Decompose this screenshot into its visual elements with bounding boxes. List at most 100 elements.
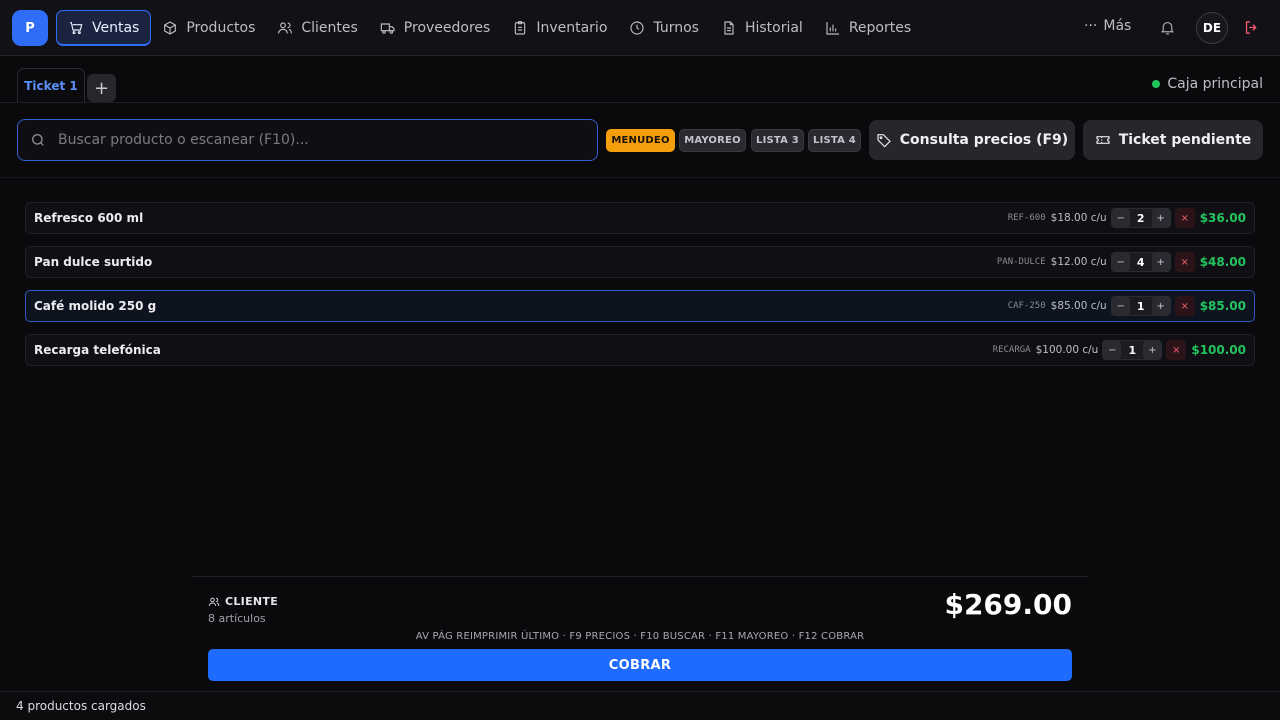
- pending-ticket-label: Ticket pendiente: [1118, 132, 1252, 148]
- logout-button[interactable]: [1243, 19, 1260, 40]
- ticket-item-row[interactable]: Recarga telefónica RECARGA $100.00 c/u −…: [25, 334, 1255, 366]
- status-dot: [1152, 80, 1161, 88]
- decrement-button[interactable]: −: [1111, 253, 1130, 271]
- nav-label: Proveedores: [403, 20, 491, 36]
- increment-button[interactable]: +: [1143, 341, 1162, 359]
- remove-item-button[interactable]: ×: [1166, 340, 1187, 360]
- item-quantity[interactable]: 4: [1130, 256, 1152, 269]
- bar-chart-icon: [826, 22, 839, 35]
- nav-item-turnos[interactable]: Turnos: [618, 10, 710, 46]
- quantity-stepper: − 1 +: [1102, 340, 1163, 360]
- item-quantity[interactable]: 2: [1130, 212, 1152, 225]
- price-list-4[interactable]: LISTA 4: [808, 129, 861, 152]
- tag-icon: [877, 134, 891, 148]
- nav-label: Ventas: [92, 19, 140, 36]
- item-total: $48.00: [1199, 255, 1246, 269]
- ticket-item-row-selected[interactable]: Café molido 250 g CAF-250 $85.00 c/u − 1…: [25, 290, 1255, 322]
- nav-item-historial[interactable]: Historial: [710, 10, 814, 46]
- item-unit-price: $85.00 c/u: [1050, 300, 1107, 312]
- nav-item-inventario[interactable]: Inventario: [501, 10, 618, 46]
- tab-ticket-1[interactable]: Ticket 1: [17, 68, 85, 102]
- charge-button[interactable]: COBRAR: [208, 649, 1072, 681]
- ellipsis-icon: ···: [1084, 18, 1098, 34]
- status-bar: 4 productos cargados: [0, 691, 1280, 720]
- nav-item-ventas[interactable]: Ventas: [56, 10, 152, 46]
- item-code: PAN-DULCE: [996, 257, 1046, 267]
- ticket-items: Refresco 600 ml REF-600 $18.00 c/u − 2 +…: [25, 202, 1255, 378]
- nav-label: Inventario: [536, 20, 608, 36]
- item-total: $85.00: [1199, 299, 1246, 313]
- logout-icon: [1245, 21, 1257, 34]
- nav-label: Reportes: [848, 20, 912, 36]
- item-name: Pan dulce surtido: [34, 255, 153, 269]
- ticket-icon: [1096, 136, 1110, 144]
- quantity-stepper: − 1 +: [1110, 296, 1171, 316]
- customer-selector[interactable]: CLIENTE: [208, 595, 278, 608]
- clock-icon: [630, 21, 644, 35]
- customer-label: CLIENTE: [225, 595, 279, 608]
- price-list-3[interactable]: LISTA 3: [751, 129, 804, 152]
- item-name: Café molido 250 g: [34, 299, 157, 313]
- truck-icon: [380, 23, 395, 34]
- summary-divider: [192, 576, 1088, 577]
- nav-item-reportes[interactable]: Reportes: [814, 10, 922, 46]
- register-indicator: Caja principal: [1152, 76, 1263, 92]
- keyboard-shortcuts-hint: AV PÁG REIMPRIMIR ÚLTIMO · F9 PRECIOS · …: [415, 631, 865, 642]
- item-unit-price: $100.00 c/u: [1035, 344, 1099, 356]
- status-text: 4 productos cargados: [16, 699, 146, 713]
- search-divider: [0, 177, 1280, 178]
- item-code: REF-600: [1007, 213, 1046, 223]
- nav-label: Productos: [186, 20, 256, 36]
- ticket-item-row[interactable]: Pan dulce surtido PAN-DULCE $12.00 c/u −…: [25, 246, 1255, 278]
- item-count: 8 artículos: [208, 612, 266, 625]
- remove-item-button[interactable]: ×: [1174, 296, 1195, 316]
- search-icon: [32, 134, 44, 146]
- users-icon: [208, 597, 220, 606]
- item-name: Refresco 600 ml: [34, 211, 144, 225]
- user-avatar[interactable]: DE: [1196, 12, 1228, 44]
- nav-label: Clientes: [301, 20, 358, 36]
- decrement-button[interactable]: −: [1111, 297, 1130, 315]
- nav-label: Turnos: [653, 20, 699, 36]
- increment-button[interactable]: +: [1151, 297, 1170, 315]
- search-input[interactable]: [58, 132, 578, 148]
- price-check-label: Consulta precios (F9): [899, 132, 1069, 148]
- decrement-button[interactable]: −: [1111, 209, 1130, 227]
- item-total: $36.00: [1199, 211, 1246, 225]
- item-code: CAF-250: [1007, 301, 1046, 311]
- decrement-button[interactable]: −: [1103, 341, 1122, 359]
- item-unit-price: $12.00 c/u: [1050, 256, 1107, 268]
- document-icon: [724, 21, 734, 35]
- item-total: $100.00: [1191, 343, 1246, 357]
- pending-ticket-button[interactable]: Ticket pendiente: [1083, 120, 1263, 160]
- box-icon: [164, 21, 177, 35]
- main-nav: Ventas Productos Clientes Proveedores In…: [56, 10, 922, 46]
- item-quantity[interactable]: 1: [1121, 344, 1143, 357]
- register-label: Caja principal: [1167, 76, 1263, 92]
- nav-item-productos[interactable]: Productos: [151, 10, 266, 46]
- price-list-mayoreo[interactable]: MAYOREO: [679, 129, 746, 152]
- price-check-button[interactable]: Consulta precios (F9): [869, 120, 1075, 160]
- notifications-button[interactable]: [1159, 19, 1176, 36]
- more-menu-button[interactable]: ··· Más: [1084, 18, 1131, 34]
- price-list-menudeo[interactable]: MENUDEO: [606, 129, 675, 152]
- item-name: Recarga telefónica: [34, 343, 161, 357]
- item-quantity[interactable]: 1: [1130, 300, 1152, 313]
- increment-button[interactable]: +: [1151, 253, 1170, 271]
- users-icon: [278, 22, 293, 34]
- top-navigation-bar: P Ventas Productos Clientes Proveedores …: [0, 0, 1280, 56]
- quantity-stepper: − 4 +: [1110, 252, 1171, 272]
- app-logo[interactable]: P: [12, 10, 48, 46]
- ticket-item-row[interactable]: Refresco 600 ml REF-600 $18.00 c/u − 2 +…: [25, 202, 1255, 234]
- increment-button[interactable]: +: [1151, 209, 1170, 227]
- grand-total: $269.00: [944, 588, 1072, 621]
- remove-item-button[interactable]: ×: [1174, 208, 1195, 228]
- cart-icon: [70, 21, 83, 34]
- tabs-divider: [0, 102, 1280, 103]
- remove-item-button[interactable]: ×: [1174, 252, 1195, 272]
- nav-item-clientes[interactable]: Clientes: [266, 10, 368, 46]
- add-ticket-button[interactable]: +: [87, 74, 116, 102]
- item-code: RECARGA: [992, 345, 1031, 355]
- product-search[interactable]: [17, 119, 598, 161]
- nav-item-proveedores[interactable]: Proveedores: [369, 10, 502, 46]
